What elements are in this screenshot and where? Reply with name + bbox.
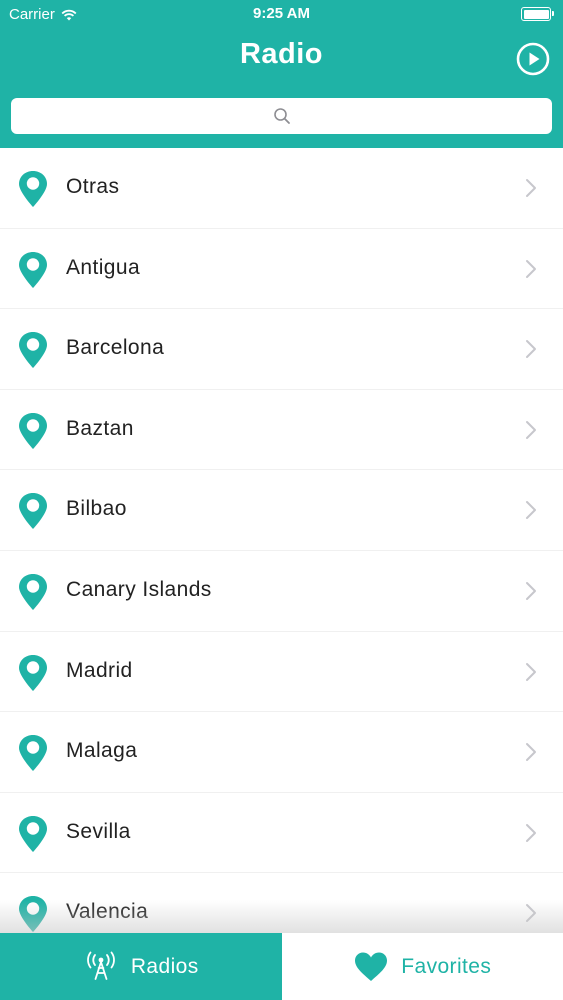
radio-tower-icon xyxy=(86,951,115,980)
list-item[interactable]: Madrid xyxy=(0,632,563,713)
chevron-right-icon xyxy=(526,340,536,359)
location-pin-icon xyxy=(19,654,47,691)
list-item[interactable]: Barcelona xyxy=(0,309,563,390)
play-circle-icon[interactable] xyxy=(516,42,550,76)
region-list[interactable]: Otras Antigua Barcelona Baztan Bilbao Canary … xyxy=(0,148,563,933)
list-item[interactable]: Sevilla xyxy=(0,793,563,874)
battery-icon xyxy=(521,7,554,21)
page-title: Radio xyxy=(239,38,324,70)
tab-radios[interactable]: Radios xyxy=(0,933,282,1000)
list-item-label: Bilbao xyxy=(66,497,127,521)
list-item[interactable]: Valencia xyxy=(0,873,563,933)
list-item-label: Barcelona xyxy=(66,336,165,360)
location-pin-icon xyxy=(19,493,47,530)
chevron-right-icon xyxy=(526,420,536,439)
chevron-right-icon xyxy=(526,179,536,197)
status-bar: Carrier 9:25 AM xyxy=(0,0,563,30)
list-item-label: Valencia xyxy=(66,900,149,924)
list-item-label: Sevilla xyxy=(66,819,131,843)
chevron-right-icon xyxy=(526,259,536,278)
list-item[interactable]: Baztan xyxy=(0,390,563,471)
list-item[interactable]: Bilbao xyxy=(0,470,563,551)
chevron-right-icon xyxy=(526,501,536,520)
heart-icon xyxy=(355,952,388,981)
location-pin-icon xyxy=(19,412,47,449)
location-pin-icon xyxy=(19,896,47,933)
chevron-right-icon xyxy=(526,904,536,923)
chevron-right-icon xyxy=(526,743,536,762)
tab-favorites-label: Favorites xyxy=(401,954,492,978)
tab-radios-label: Radios xyxy=(130,954,199,978)
chevron-right-icon xyxy=(526,581,536,600)
location-pin-icon xyxy=(19,251,47,288)
status-time: 9:25 AM xyxy=(253,5,310,22)
navigation-header: Carrier 9:25 AM Radio xyxy=(0,0,563,148)
location-pin-icon xyxy=(19,573,47,610)
search-bar[interactable] xyxy=(11,98,552,134)
list-item-label: Baztan xyxy=(66,416,134,440)
list-item-label: Otras xyxy=(66,175,120,198)
location-pin-icon xyxy=(19,735,47,772)
list-item-label: Canary Islands xyxy=(66,577,212,601)
search-input[interactable] xyxy=(11,98,552,134)
list-item[interactable]: Canary Islands xyxy=(0,551,563,632)
location-pin-icon xyxy=(19,815,47,852)
list-item[interactable]: Malaga xyxy=(0,712,563,793)
chevron-right-icon xyxy=(526,662,536,681)
location-pin-icon xyxy=(19,171,47,207)
list-item-label: Malaga xyxy=(66,739,138,763)
location-pin-icon xyxy=(19,332,47,369)
tab-bar: Radios Favorites xyxy=(0,933,563,1000)
list-item[interactable]: Antigua xyxy=(0,229,563,310)
list-item-label: Antigua xyxy=(66,255,141,279)
list-item[interactable]: Otras xyxy=(0,148,563,229)
tab-favorites[interactable]: Favorites xyxy=(281,933,563,1000)
chevron-right-icon xyxy=(526,823,536,842)
list-item-label: Madrid xyxy=(66,658,133,682)
